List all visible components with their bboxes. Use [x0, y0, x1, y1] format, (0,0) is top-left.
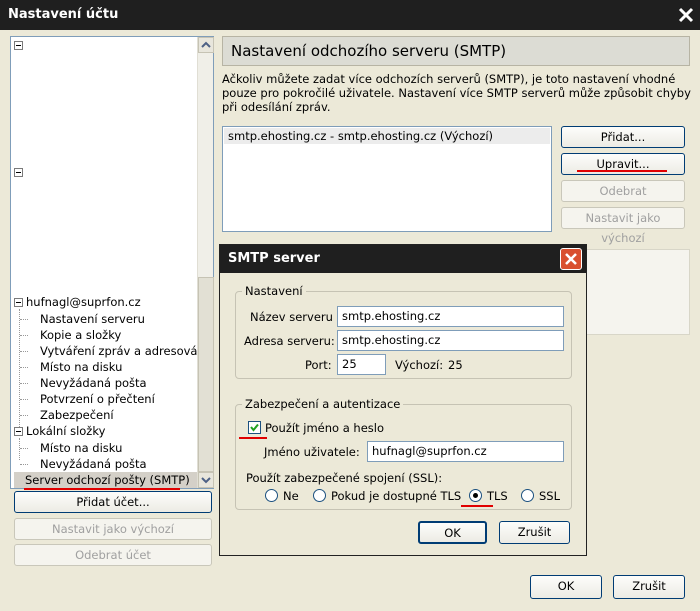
- list-item[interactable]: smtp.ehosting.cz - smtp.ehosting.cz (Výc…: [224, 128, 550, 144]
- collapse-icon[interactable]: [14, 427, 23, 436]
- tree-item[interactable]: Místo na disku: [40, 440, 122, 456]
- dialog-cancel-label: Zrušit: [517, 525, 552, 539]
- server-address-label: Adresa serveru:: [244, 334, 335, 348]
- set-default-server-label: Nastavit jako výchozí: [585, 211, 661, 245]
- port-label: Port:: [305, 358, 332, 372]
- ssl-option-none-label: Ne: [283, 489, 299, 503]
- close-icon[interactable]: [560, 248, 582, 270]
- remove-server-label: Odebrat: [599, 184, 647, 198]
- annotation-underline: [577, 170, 667, 172]
- tree-item[interactable]: Nevyžádaná pošta: [40, 375, 147, 391]
- add-account-button[interactable]: Přidat účet...: [14, 491, 212, 513]
- add-account-label: Přidat účet...: [76, 495, 150, 509]
- tree-item[interactable]: Nastavení serveru: [40, 311, 145, 327]
- server-address-input[interactable]: smtp.ehosting.cz: [337, 330, 564, 351]
- set-default-account-label: Nastavit jako výchozí: [51, 522, 175, 536]
- edit-server-label: Upravit...: [596, 157, 650, 171]
- set-default-server-button[interactable]: Nastavit jako výchozí: [561, 207, 685, 245]
- window-titlebar: Nastavení účtu: [0, 0, 700, 30]
- remove-account-label: Odebrat účet: [75, 548, 151, 562]
- tree-item[interactable]: Nevyžádaná pošta: [40, 456, 147, 472]
- dialog-ok-button[interactable]: OK: [418, 521, 487, 544]
- annotation-underline: [24, 488, 180, 490]
- tree-scrollbar[interactable]: [197, 37, 214, 488]
- tree-item-smtp[interactable]: Server odchozí pošty (SMTP): [14, 472, 200, 488]
- security-group-label: Zabezpečení a autentizace: [242, 397, 404, 411]
- dialog-titlebar: SMTP server: [220, 245, 586, 273]
- tree-account[interactable]: hufnagl@suprfon.cz: [26, 294, 141, 310]
- ssl-option-tls-label: TLS: [487, 489, 508, 503]
- ssl-option-if-available-label: Pokud je dostupné TLS: [331, 489, 462, 503]
- default-port-label: Výchozí:: [395, 358, 444, 372]
- panel-description: Ačkoliv můžete zadat více odchozích serv…: [222, 72, 691, 114]
- dialog-cancel-button[interactable]: Zrušit: [499, 521, 570, 544]
- collapse-icon[interactable]: [14, 41, 23, 50]
- ssl-option-ssl-radio[interactable]: [521, 489, 534, 502]
- server-name-input[interactable]: smtp.ehosting.cz: [337, 306, 564, 327]
- port-input[interactable]: 25: [337, 354, 386, 375]
- account-tree[interactable]: hufnagl@suprfon.cz Nastavení serveru Kop…: [10, 36, 214, 489]
- dialog-ok-label: OK: [444, 526, 461, 540]
- panel-title: Nastavení odchozího serveru (SMTP): [231, 42, 507, 60]
- tree-local-folders[interactable]: Lokální složky: [26, 423, 105, 439]
- remove-server-button[interactable]: Odebrat: [561, 180, 685, 202]
- close-icon[interactable]: [676, 5, 696, 25]
- ok-button[interactable]: OK: [530, 575, 602, 599]
- scroll-down-button[interactable]: [198, 472, 214, 488]
- ssl-option-if-available-radio[interactable]: [313, 489, 326, 502]
- set-default-account-button[interactable]: Nastavit jako výchozí: [14, 518, 212, 540]
- settings-group-label: Nastavení: [242, 284, 306, 298]
- ok-label: OK: [557, 579, 575, 593]
- panel-header: Nastavení odchozího serveru (SMTP): [222, 36, 690, 66]
- username-input[interactable]: hufnagl@suprfon.cz: [367, 441, 564, 462]
- ssl-option-ssl-label: SSL: [539, 489, 561, 503]
- remove-account-button[interactable]: Odebrat účet: [14, 544, 212, 566]
- tree-item[interactable]: Vytváření zpráv a adresová...: [40, 343, 208, 359]
- server-name-label: Název serveru: [250, 310, 333, 324]
- use-auth-label: Použít jméno a heslo: [265, 421, 384, 435]
- tree-item[interactable]: Zabezpečení: [40, 407, 114, 423]
- annotation-underline: [461, 505, 493, 507]
- scroll-thumb[interactable]: [198, 277, 214, 472]
- collapse-icon[interactable]: [14, 298, 23, 307]
- ssl-option-none-radio[interactable]: [265, 489, 278, 502]
- cancel-button[interactable]: Zrušit: [613, 575, 685, 599]
- ssl-option-tls-radio[interactable]: [469, 489, 482, 502]
- use-auth-checkbox[interactable]: [248, 421, 261, 434]
- tree-item[interactable]: Místo na disku: [40, 359, 122, 375]
- smtp-server-dialog: SMTP server Nastavení Název serveru smtp…: [219, 244, 587, 556]
- ssl-label: Použít zabezpečené spojení (SSL):: [246, 471, 443, 485]
- username-label: Jméno uživatele:: [264, 445, 360, 459]
- check-icon: [250, 423, 259, 432]
- collapse-icon[interactable]: [14, 168, 23, 177]
- server-details: [585, 249, 690, 335]
- window-title: Nastavení účtu: [8, 7, 119, 22]
- arrow-down-icon: [201, 477, 211, 484]
- scroll-up-button[interactable]: [198, 37, 214, 53]
- default-port-value: 25: [448, 358, 463, 372]
- cancel-label: Zrušit: [632, 579, 666, 593]
- tree-item[interactable]: Kopie a složky: [40, 327, 121, 343]
- arrow-up-icon: [201, 41, 211, 48]
- annotation-underline: [239, 437, 267, 439]
- dialog-title: SMTP server: [228, 251, 320, 266]
- add-server-button[interactable]: Přidat...: [561, 126, 685, 148]
- smtp-server-list[interactable]: smtp.ehosting.cz - smtp.ehosting.cz (Výc…: [222, 126, 552, 232]
- add-server-label: Přidat...: [600, 130, 646, 144]
- tree-item[interactable]: Potvrzení o přečtení: [40, 391, 155, 407]
